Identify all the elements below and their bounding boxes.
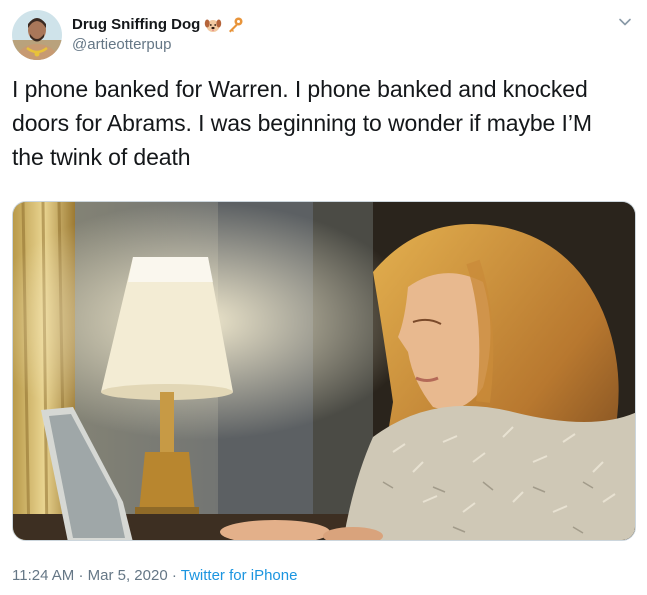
tweet-media-photo[interactable] (12, 201, 636, 541)
tweet-text: I phone banked for Warren. I phone banke… (12, 72, 632, 174)
tweet-source-link[interactable]: Twitter for iPhone (181, 567, 298, 584)
meta-separator: · (78, 567, 84, 584)
photo-woman-at-laptop (13, 202, 635, 540)
key-emoji (226, 16, 244, 34)
avatar-image (12, 10, 62, 60)
tweet-text-line: doors for Abrams. I was beginning to won… (12, 110, 592, 136)
tweet-date[interactable]: Mar 5, 2020 (88, 567, 168, 584)
chevron-down-icon[interactable] (617, 14, 633, 30)
author-names: Drug Sniffing Dog @artieotterpup (72, 15, 244, 55)
display-name[interactable]: Drug Sniffing Dog (72, 15, 200, 35)
author-handle[interactable]: @artieotterpup (72, 35, 244, 55)
dog-face-emoji (204, 16, 222, 34)
tweet-card: Drug Sniffing Dog @artieotterpup I phone… (0, 0, 647, 595)
tweet-meta: 11:24 AM · Mar 5, 2020 · Twitter for iPh… (12, 566, 297, 586)
tweet-text-line: I phone banked for Warren. I phone banke… (12, 76, 588, 102)
display-name-row[interactable]: Drug Sniffing Dog (72, 15, 244, 35)
tweet-time[interactable]: 11:24 AM (12, 567, 74, 584)
tweet-text-line: the twink of death (12, 144, 191, 170)
tweet-header: Drug Sniffing Dog @artieotterpup (12, 10, 244, 60)
avatar[interactable] (12, 10, 62, 60)
meta-separator: · (171, 567, 177, 584)
